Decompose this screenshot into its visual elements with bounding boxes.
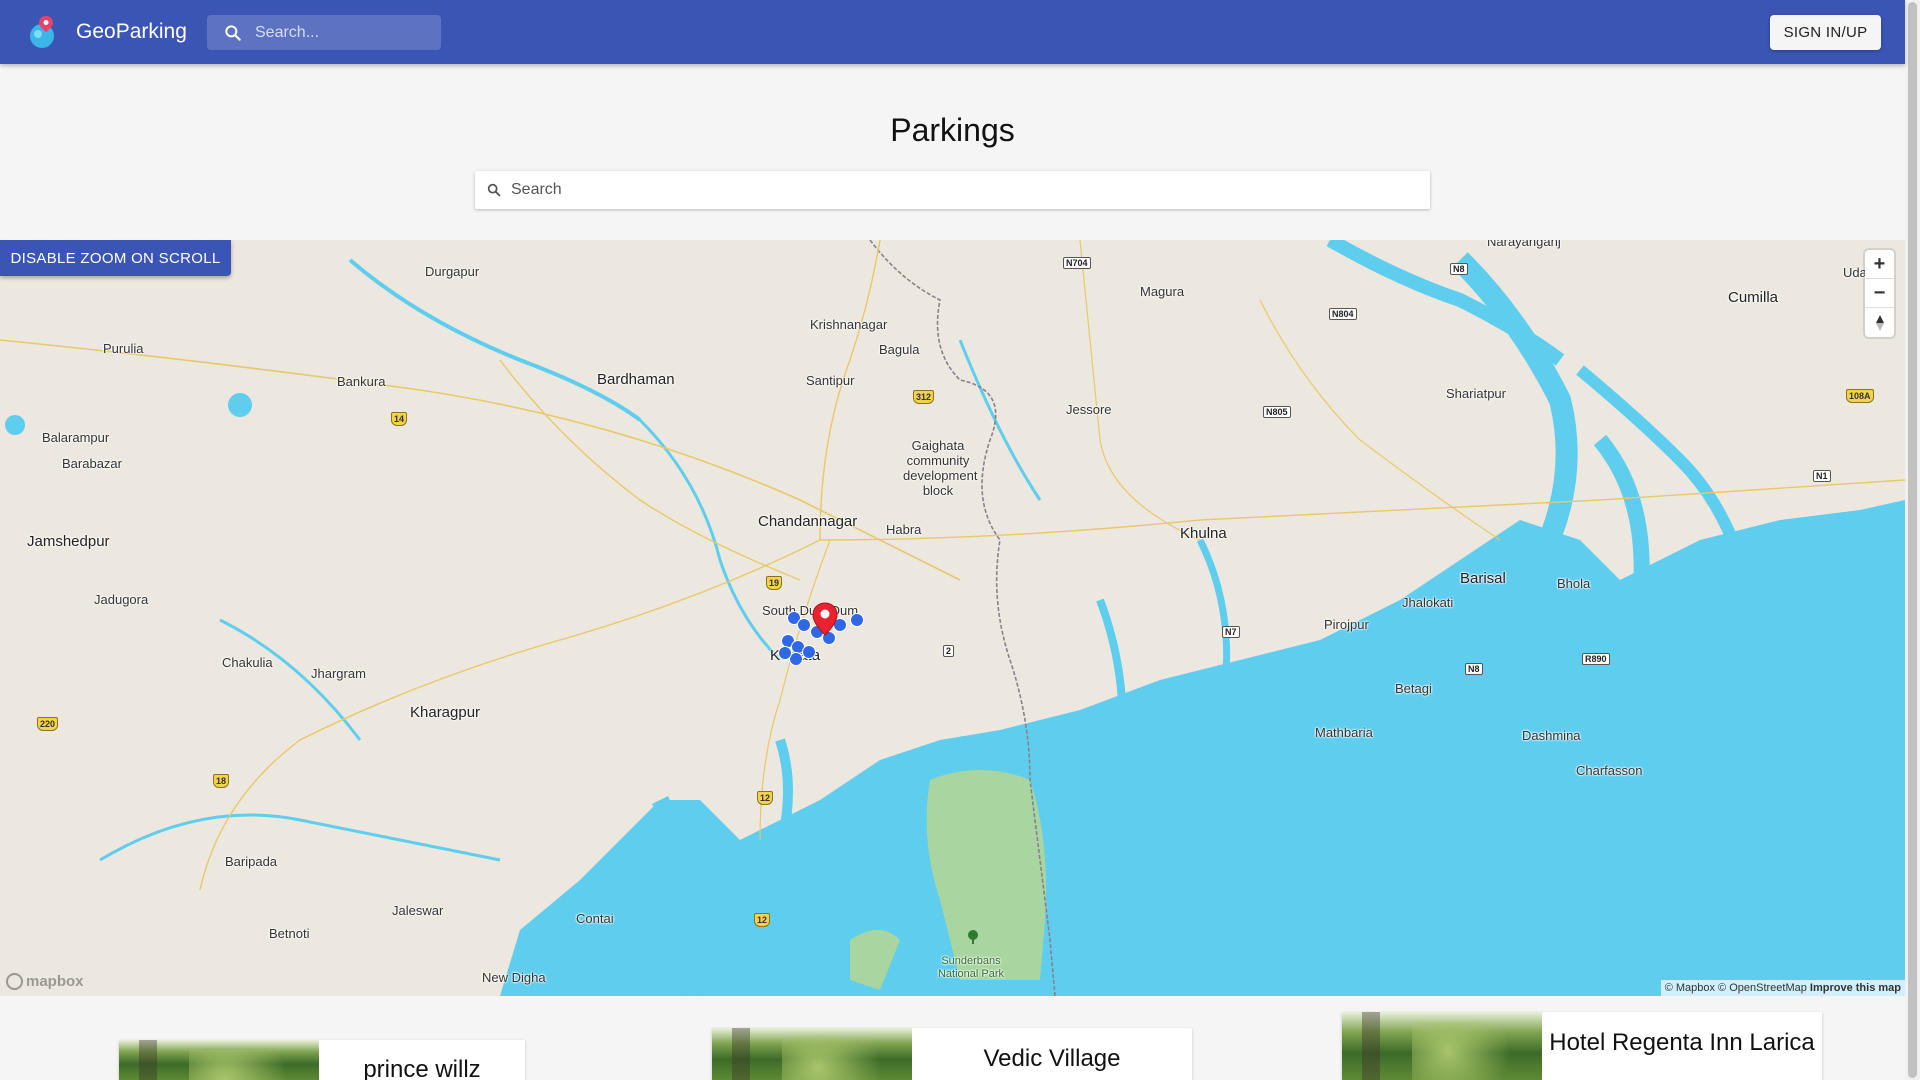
parking-search-input[interactable] <box>511 171 1411 209</box>
app-bar: GeoParking SIGN IN/UP <box>0 0 1905 64</box>
compass-button[interactable] <box>1865 308 1894 337</box>
map-place-label: Cumilla <box>1728 289 1779 306</box>
search-icon <box>487 183 501 197</box>
map-road-shield: N1 <box>1813 470 1831 482</box>
zoom-out-button[interactable]: − <box>1865 279 1894 308</box>
map-road-shield: N805 <box>1263 406 1291 418</box>
parking-card[interactable]: Hotel Regenta Inn Larica <box>1342 1012 1822 1080</box>
map-road-shield: 220 <box>37 717 59 731</box>
map-place-label: Narayanganj <box>1487 240 1561 249</box>
map-place-label: Purulia <box>103 341 144 356</box>
parking-marker[interactable] <box>850 613 864 627</box>
map-place-label: Betagi <box>1395 681 1432 696</box>
map-place-label: Santipur <box>806 373 855 388</box>
map-road-shield: N8 <box>1465 663 1483 675</box>
map-attribution: © Mapbox © OpenStreetMap Improve this ma… <box>1660 980 1905 996</box>
map-place-label: Jessore <box>1066 402 1112 417</box>
map-base-layer <box>0 240 1905 996</box>
parking-card-title[interactable]: prince willz <box>319 1054 525 1080</box>
map-road-shield: R890 <box>1582 653 1610 665</box>
map-place-label: Krishnanagar <box>810 317 888 332</box>
map-place-label: Barabazar <box>62 456 122 471</box>
page-scrollbar[interactable] <box>1905 0 1920 1080</box>
map-place-label: Charfasson <box>1576 763 1643 778</box>
current-location-pin-icon[interactable] <box>812 602 838 636</box>
map-road-shield: 312 <box>913 390 935 404</box>
top-search-box[interactable] <box>207 15 441 50</box>
map-place-label: Magura <box>1140 284 1185 299</box>
parking-card-image <box>119 1040 319 1080</box>
parking-map[interactable]: DISABLE ZOOM ON SCROLL + − Durgapur Puru… <box>0 240 1905 996</box>
map-place-label: Jhargram <box>311 666 366 681</box>
attribution-text[interactable]: © Mapbox © OpenStreetMap <box>1665 982 1807 994</box>
map-road-shield: 19 <box>766 576 783 590</box>
parking-card[interactable]: prince willz <box>119 1040 525 1080</box>
map-place-label: Gaighata community development block <box>903 438 978 498</box>
map-place-label: Habra <box>886 522 922 537</box>
map-place-label: Bankura <box>337 374 386 389</box>
map-place-label: Chakulia <box>222 655 273 670</box>
map-place-label: Dashmina <box>1522 728 1581 743</box>
map-place-label: Bardhaman <box>597 371 675 388</box>
parking-marker[interactable] <box>797 618 811 632</box>
top-search-input[interactable] <box>255 15 435 50</box>
parking-marker[interactable] <box>778 646 792 660</box>
parking-card-title[interactable]: Hotel Regenta Inn Larica <box>1542 1028 1822 1058</box>
mapbox-logo[interactable]: mapbox <box>6 973 84 990</box>
map-road-shield: N704 <box>1063 257 1091 269</box>
map-road-shield: 108A <box>1846 389 1874 403</box>
map-road-shield: 12 <box>757 791 774 805</box>
logo-icon[interactable] <box>26 14 62 50</box>
map-place-label: Barisal <box>1460 570 1506 587</box>
page-title: Parkings <box>890 112 1015 148</box>
map-park-label: Sunderbans National Park <box>937 955 1005 980</box>
map-place-label: Bhola <box>1557 576 1591 591</box>
sign-in-button[interactable]: SIGN IN/UP <box>1770 15 1881 50</box>
map-road-shield: 18 <box>213 774 230 788</box>
map-place-label: Shariatpur <box>1446 386 1506 401</box>
map-place-label: Jamshedpur <box>27 533 110 550</box>
map-place-label: Pirojpur <box>1324 617 1369 632</box>
parking-card-image <box>1342 1012 1542 1080</box>
map-zoom-controls: + − <box>1865 250 1894 337</box>
parking-card-image <box>712 1028 912 1080</box>
brand-name[interactable]: GeoParking <box>76 20 187 44</box>
map-place-label: Bagula <box>879 342 920 357</box>
map-road-shield: 14 <box>391 412 408 426</box>
improve-map-link[interactable]: Improve this map <box>1810 982 1901 994</box>
parking-marker[interactable] <box>802 645 816 659</box>
mapbox-logo-text: mapbox <box>26 973 84 990</box>
map-place-label: Mathbaria <box>1315 725 1373 740</box>
map-place-label: Durgapur <box>425 264 480 279</box>
map-place-label: Betnoti <box>269 926 310 941</box>
park-tree-icon <box>968 930 978 944</box>
map-road-shield: N8 <box>1450 263 1468 275</box>
map-road-shield: 2 <box>943 645 955 657</box>
mapbox-logo-icon <box>6 973 23 990</box>
parking-search-box[interactable] <box>475 171 1430 209</box>
map-place-label: Baripada <box>225 854 278 869</box>
map-road-shield: N7 <box>1222 626 1240 638</box>
map-place-label: Jadugora <box>94 592 149 607</box>
zoom-in-button[interactable]: + <box>1865 250 1894 279</box>
map-place-label: Jhalokati <box>1402 595 1454 610</box>
map-place-label: Contai <box>576 911 614 926</box>
map-place-label: Chandannagar <box>758 513 858 530</box>
compass-icon <box>1875 314 1884 331</box>
map-place-label: Jaleswar <box>392 903 444 918</box>
disable-zoom-on-scroll-button[interactable]: DISABLE ZOOM ON SCROLL <box>0 240 231 276</box>
map-place-label: South Dum Dum <box>762 603 859 618</box>
map-road-shield: N804 <box>1329 308 1357 320</box>
parking-card-title[interactable]: Vedic Village <box>912 1043 1192 1075</box>
map-place-label: Kharagpur <box>410 704 481 721</box>
map-road-shield: 12 <box>754 913 771 927</box>
map-place-label: New Digha <box>482 970 546 985</box>
search-icon <box>225 25 241 41</box>
map-place-label: Khulna <box>1180 525 1227 542</box>
map-place-label: Balarampur <box>42 430 110 445</box>
scrollbar-thumb[interactable] <box>1908 2 1917 1078</box>
parking-card[interactable]: Vedic Village <box>712 1028 1192 1080</box>
